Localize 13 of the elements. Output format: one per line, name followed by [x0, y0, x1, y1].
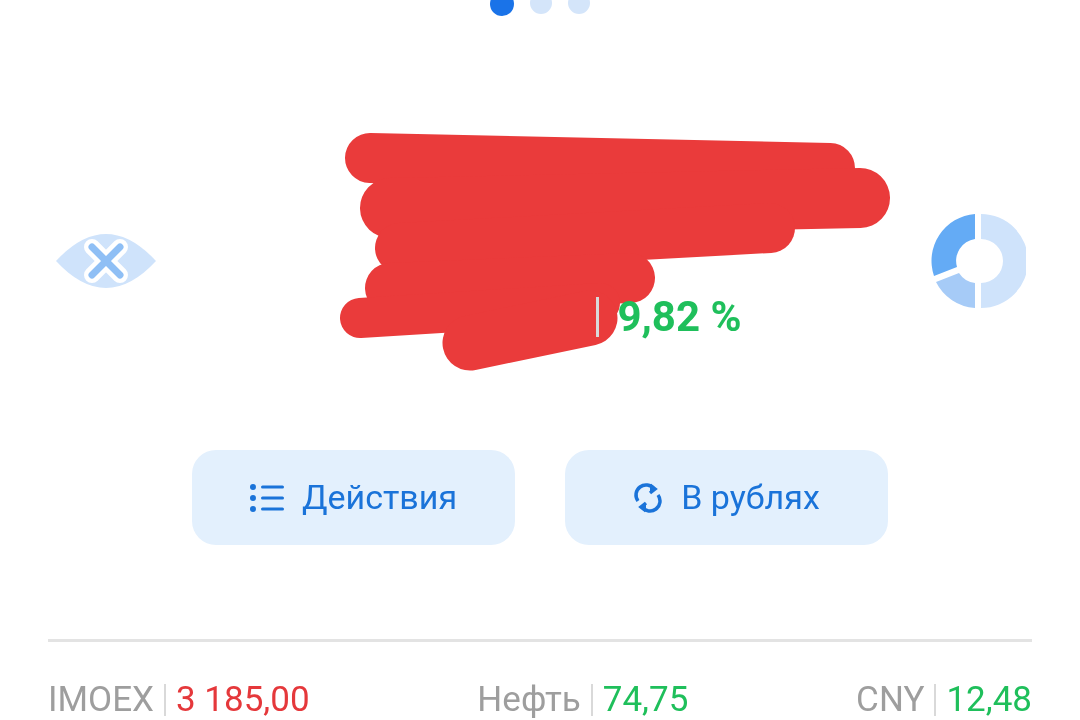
portfolio-change: 9,82 % [617, 291, 742, 343]
ticker-name: IMOEX [48, 680, 154, 720]
ticker-name: CNY [856, 680, 925, 720]
ticker-value: 74,75 [602, 680, 689, 720]
ticker-name: Нефть [477, 680, 581, 720]
ticker-value: 12,48 [946, 680, 1032, 720]
refresh-icon [633, 481, 664, 514]
separator [596, 296, 600, 337]
action-button[interactable]: В рублях [565, 450, 888, 545]
ticker-value: 3 185,00 [176, 680, 310, 720]
action-button[interactable]: Действия [192, 450, 515, 545]
list-icon [249, 483, 284, 512]
donut-chart-icon[interactable] [930, 212, 1026, 310]
